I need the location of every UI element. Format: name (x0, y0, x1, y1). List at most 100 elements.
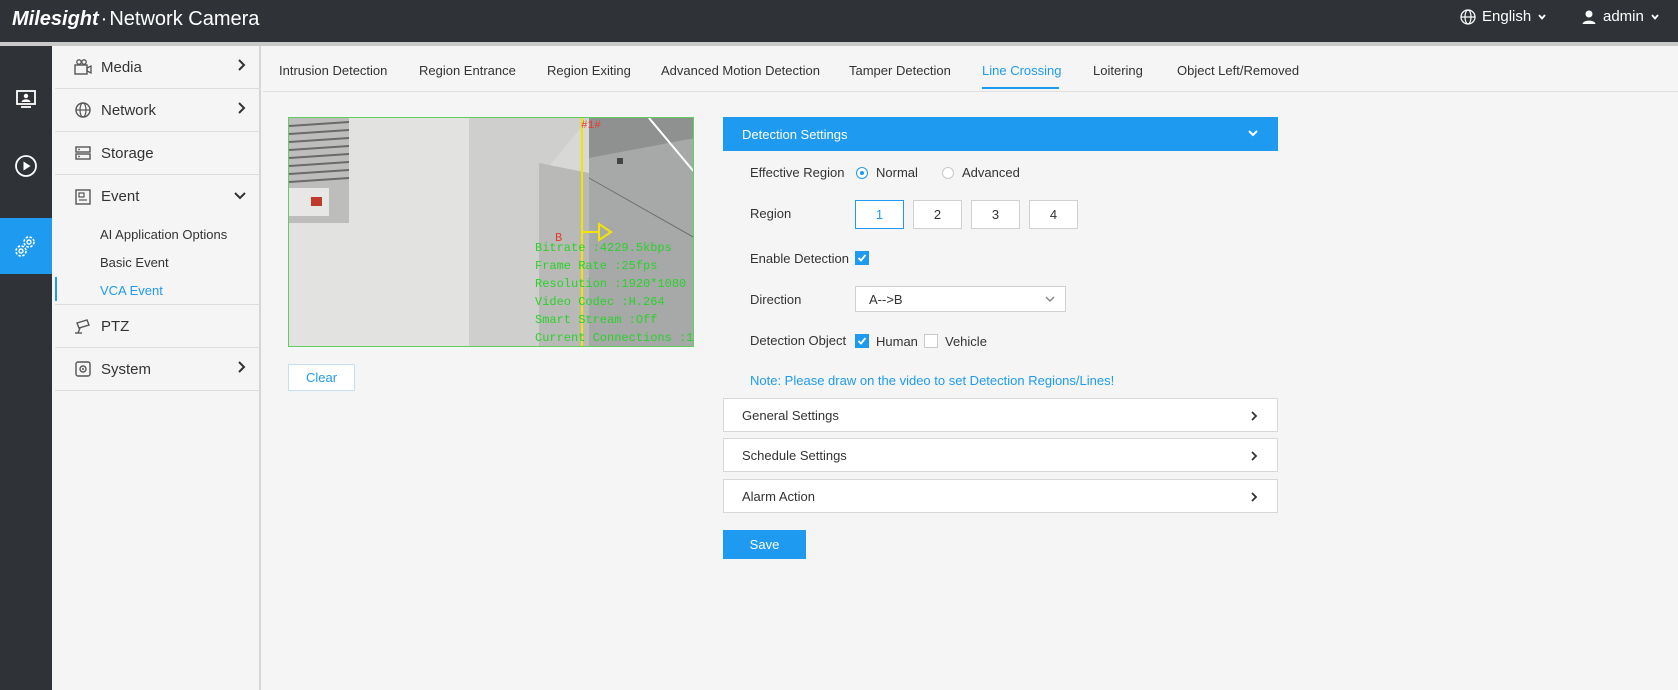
sidebar-item-media[interactable]: Media (55, 46, 261, 89)
ptz-icon (73, 316, 93, 336)
osd-line: Bitrate :4229.5kbps (535, 241, 672, 255)
checkmark-icon (857, 337, 867, 345)
video-preview[interactable]: #1# B Bitrate :4229.5kbps Frame Rate :25… (288, 117, 694, 347)
chevron-right-icon (1251, 411, 1258, 421)
human-checkbox[interactable] (855, 334, 869, 348)
osd-line: Frame Rate :25fps (535, 259, 658, 273)
sidebar-item-label: PTZ (101, 317, 130, 335)
sidebar-item-label: Media (101, 58, 142, 76)
chevron-down-icon (1538, 13, 1546, 20)
draw-note: Note: Please draw on the video to set De… (750, 373, 1115, 388)
section-title: General Settings (742, 407, 839, 423)
top-bar: Milesight · Network Camera English admin (0, 0, 1678, 42)
playback-button[interactable] (0, 138, 52, 194)
osd-line: Resolution :1920*1080 (535, 277, 687, 291)
media-icon (73, 57, 93, 77)
region-button-2[interactable]: 2 (913, 200, 962, 229)
tab-object-left-removed[interactable]: Object Left/Removed (1177, 63, 1299, 78)
tab-region-exiting[interactable]: Region Exiting (547, 63, 631, 78)
sidebar-subitem-ai-application-options[interactable]: AI Application Options (100, 227, 227, 242)
sidebar-item-label: Storage (101, 144, 154, 162)
general-settings-section[interactable]: General Settings (723, 398, 1278, 432)
chevron-right-icon (238, 361, 246, 373)
language-selector[interactable]: English (1460, 8, 1547, 25)
chevron-down-icon (1651, 13, 1659, 20)
checkmark-icon (857, 254, 867, 262)
tab-advanced-motion-detection[interactable]: Advanced Motion Detection (661, 63, 820, 78)
radio-normal[interactable] (856, 167, 868, 179)
region-button-1[interactable]: 1 (855, 200, 904, 229)
direction-label: Direction (750, 292, 802, 307)
region-label: Region (750, 206, 792, 221)
tab-tamper-detection[interactable]: Tamper Detection (849, 63, 951, 78)
chevron-right-icon (1251, 451, 1258, 461)
sidebar-item-network[interactable]: Network (55, 89, 261, 132)
sidebar-item-event[interactable]: Event (55, 175, 261, 218)
brand-logo: Milesight (12, 8, 99, 30)
settings-icon (15, 236, 35, 257)
detection-settings-title: Detection Settings (742, 126, 848, 142)
enable-detection-checkbox[interactable] (855, 251, 869, 265)
sidebar: Media Network Storage Event AI Applicati… (55, 46, 261, 690)
vehicle-checkbox[interactable] (924, 334, 938, 348)
schedule-settings-section[interactable]: Schedule Settings (723, 438, 1278, 472)
region-button-3[interactable]: 3 (971, 200, 1020, 229)
globe-icon (1460, 8, 1476, 25)
storage-icon (73, 143, 93, 163)
effective-region-label: Effective Region (750, 165, 845, 180)
section-title: Alarm Action (742, 488, 815, 504)
brand-product: Network Camera (109, 8, 260, 30)
icon-nav-bar (0, 46, 52, 690)
live-view-button[interactable] (0, 71, 52, 127)
save-button[interactable]: Save (723, 530, 806, 559)
user-label: admin (1603, 8, 1644, 25)
user-icon (1582, 10, 1596, 24)
chevron-right-icon (238, 59, 246, 71)
tab-region-entrance[interactable]: Region Entrance (419, 63, 516, 78)
detection-object-label: Detection Object (750, 333, 847, 348)
alarm-action-section[interactable]: Alarm Action (723, 479, 1278, 513)
sidebar-item-storage[interactable]: Storage (55, 132, 261, 175)
sidebar-item-ptz[interactable]: PTZ (55, 305, 261, 348)
user-menu[interactable]: admin (1581, 8, 1660, 25)
tab-line-crossing[interactable]: Line Crossing (982, 63, 1062, 78)
sidebar-subitem-basic-event[interactable]: Basic Event (100, 255, 169, 270)
human-label: Human (876, 334, 918, 349)
sidebar-item-label: System (101, 360, 152, 378)
brand: Milesight · Network Camera (12, 8, 259, 31)
radio-advanced[interactable] (942, 167, 954, 179)
tab-intrusion-detection[interactable]: Intrusion Detection (279, 63, 387, 78)
sidebar-item-label: Network (101, 101, 157, 119)
settings-button[interactable] (0, 218, 52, 274)
language-label: English (1482, 8, 1532, 25)
enable-detection-label: Enable Detection (750, 251, 850, 266)
sidebar-subitem-vca-event[interactable]: VCA Event (100, 283, 163, 298)
playback-icon (15, 155, 37, 177)
event-icon (73, 187, 93, 207)
tab-loitering[interactable]: Loitering (1093, 63, 1143, 78)
active-indicator (55, 277, 57, 301)
osd-line: Current Connections :1 (535, 331, 694, 345)
chevron-down-icon (1248, 130, 1258, 137)
tab-bar: Intrusion Detection Region Entrance Regi… (263, 46, 1678, 92)
network-icon (73, 100, 93, 120)
chevron-down-icon (1045, 296, 1055, 303)
osd-line: Smart Stream :Off (535, 313, 658, 327)
section-title: Schedule Settings (742, 447, 847, 463)
system-icon (73, 359, 93, 379)
radio-normal-label: Normal (876, 165, 918, 180)
chevron-right-icon (238, 102, 246, 114)
direction-select[interactable]: A-->B (855, 286, 1066, 312)
sidebar-item-label: Event (101, 188, 140, 205)
chevron-right-icon (1251, 492, 1258, 502)
active-tab-underline (982, 87, 1059, 89)
direction-value: A-->B (869, 291, 903, 307)
sidebar-item-system[interactable]: System (55, 348, 261, 391)
region-button-4[interactable]: 4 (1029, 200, 1078, 229)
vehicle-label: Vehicle (945, 334, 987, 349)
brand-separator: · (100, 8, 108, 30)
clear-button[interactable]: Clear (288, 364, 355, 391)
line-label: #1# (581, 120, 601, 132)
detection-settings-header[interactable]: Detection Settings (723, 117, 1278, 151)
osd-line: Video Codec :H.264 (535, 295, 665, 309)
